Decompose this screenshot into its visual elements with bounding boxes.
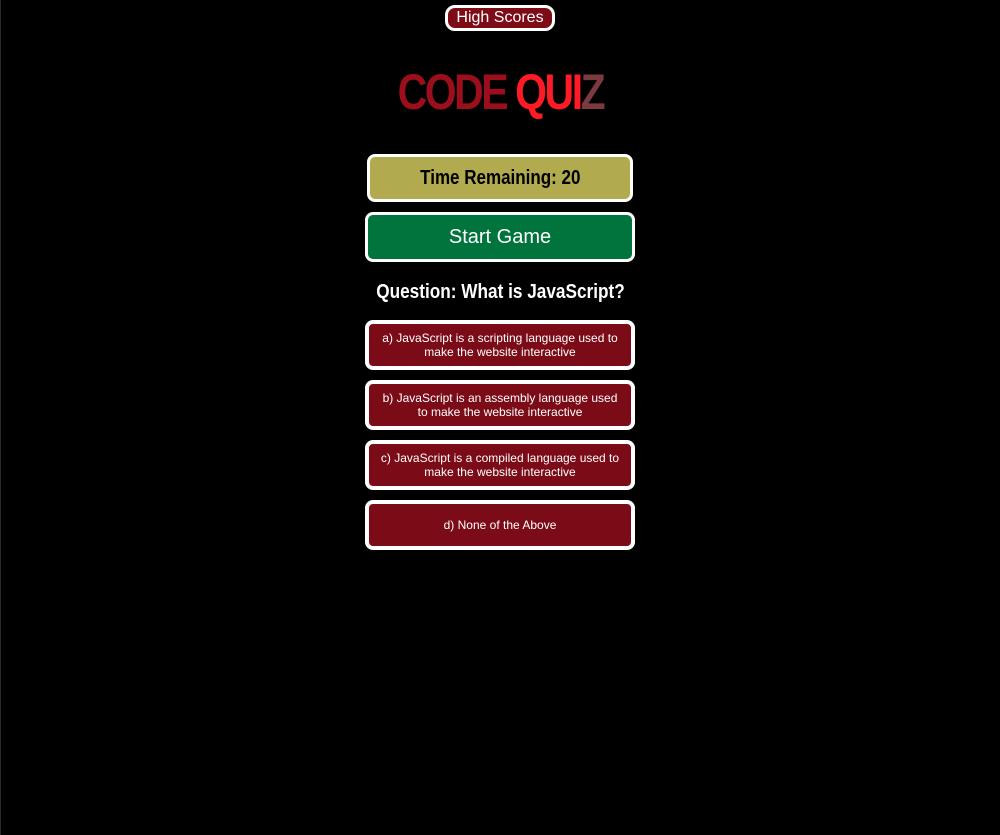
answer-button-c[interactable]: c) JavaScript is a compiled language use… — [365, 440, 635, 490]
answer-button-b[interactable]: b) JavaScript is an assembly language us… — [365, 380, 635, 430]
question-label: Question: What is JavaScript? — [375, 281, 625, 303]
quiz-container: High Scores CODE QUIZ Time Remaining: 20… — [0, 0, 1000, 550]
title-part-qui: QUI — [514, 64, 583, 120]
answer-button-a[interactable]: a) JavaScript is a scripting language us… — [365, 320, 635, 370]
time-remaining-display: Time Remaining: 20 — [367, 154, 633, 202]
title-part-z: Z — [580, 64, 605, 120]
time-remaining-label: Time Remaining: 20 — [419, 166, 581, 189]
page-left-border — [0, 0, 1, 835]
answer-button-d[interactable]: d) None of the Above — [365, 500, 635, 550]
high-scores-button[interactable]: High Scores — [445, 5, 555, 31]
start-game-button[interactable]: Start Game — [365, 212, 635, 262]
answer-list: a) JavaScript is a scripting language us… — [365, 320, 635, 550]
title-part-code: CODE — [397, 64, 515, 120]
page-title: CODE QUIZ — [397, 64, 605, 120]
question-text: Question: What is JavaScript? — [356, 280, 645, 304]
